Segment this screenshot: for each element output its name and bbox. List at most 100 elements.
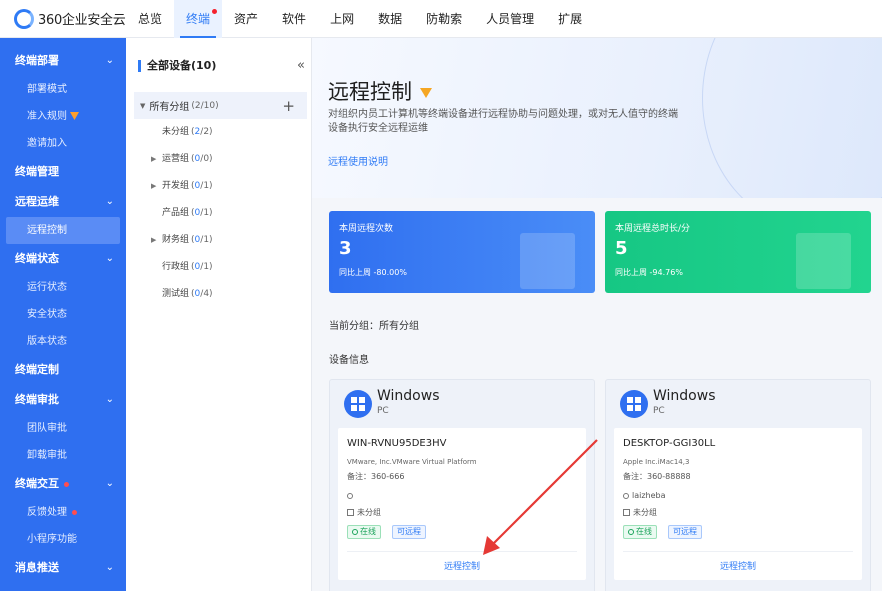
sidebar-group-terminal-status[interactable]: 终端状态 ⌄	[0, 244, 126, 274]
sidebar-item-label: 反馈处理	[27, 507, 67, 518]
nav-tab-ransomware[interactable]: 防勒索	[414, 0, 474, 38]
tree-node[interactable]: ▶ 开发组 (0/1)	[134, 173, 307, 200]
tree-node-label: 产品组	[162, 208, 190, 218]
sidebar-item-access-rules[interactable]: 准入规则	[0, 103, 126, 130]
chevron-down-icon: ⌄	[105, 196, 114, 207]
sidebar-group-remote-ops[interactable]: 远程运维 ⌄	[0, 187, 126, 217]
nav-tab-data[interactable]: 数据	[366, 0, 414, 38]
divider	[347, 551, 577, 552]
sidebar-group-label: 终端交互	[15, 477, 59, 490]
tree-node[interactable]: ▶ 运营组 (0/0)	[134, 146, 307, 173]
tree-node-list: 未分组 (2/2) ▶ 运营组 (0/0) ▶ 开发组 (0/1) 产品组 (0/1) ▶ 财务组 (0…	[134, 119, 307, 308]
sidebar-item-run-status[interactable]: 运行状态	[0, 274, 126, 301]
main-content: 远程控制 对组织内员工计算机等终端设备进行远程协助与问题处理，或对无人值守的终端…	[312, 38, 882, 591]
device-group: 未分组	[347, 507, 381, 518]
remote-badge: 可远程	[668, 525, 702, 539]
tree-header: 全部设备(10) «	[134, 38, 307, 92]
brand-name: 360企业安全云	[38, 13, 126, 28]
sidebar-group-label: 终端状态	[15, 252, 59, 265]
nav-tab-overview[interactable]: 总览	[126, 0, 174, 38]
tree-root-count: (2/10)	[191, 100, 219, 111]
nav-tab-extensions[interactable]: 扩展	[546, 0, 594, 38]
total-count: 1	[203, 181, 210, 191]
sidebar-item-miniprogram[interactable]: 小程序功能	[0, 526, 126, 553]
device-card: Windows PC DESKTOP-GGI30LL Apple Inc.iMa…	[605, 379, 871, 591]
sidebar-item-security-status[interactable]: 安全状态	[0, 301, 126, 328]
device-note: 备注：360-88888	[623, 472, 691, 481]
sidebar-group-deploy[interactable]: 终端部署 ⌄	[0, 46, 126, 76]
device-user	[347, 491, 356, 500]
sidebar-group-approval[interactable]: 终端审批 ⌄	[0, 385, 126, 415]
nav-tab-software[interactable]: 软件	[270, 0, 318, 38]
device-card: Windows PC WIN-RVNU95DE3HV VMware, Inc.V…	[329, 379, 595, 591]
tree-node-count: (2/2)	[191, 127, 213, 137]
tree-node-label: 行政组	[162, 262, 190, 272]
remote-control-button[interactable]: 远程控制	[614, 559, 862, 572]
total-count: 1	[203, 208, 210, 218]
user-icon	[347, 493, 353, 499]
sidebar-group-push[interactable]: 消息推送 ⌄	[0, 553, 126, 583]
sidebar-item-feedback[interactable]: 反馈处理	[0, 499, 126, 526]
sidebar-item-uninstall-approval[interactable]: 卸载审批	[0, 442, 126, 469]
nav-tab-label: 终端	[186, 11, 211, 26]
total-count: 1	[203, 262, 210, 272]
chevron-down-icon: ⌄	[105, 478, 114, 489]
nav-tab-terminal[interactable]: 终端	[174, 0, 223, 38]
tree-node-label: 测试组	[162, 289, 190, 299]
caret-right-icon[interactable]: ▶	[151, 173, 156, 200]
document-icon	[520, 233, 575, 289]
help-link[interactable]: 远程使用说明	[328, 153, 388, 168]
collapse-icon[interactable]: «	[297, 58, 305, 73]
sidebar-item-label: 准入规则	[27, 111, 67, 122]
notification-dot	[64, 481, 69, 487]
tree-node[interactable]: 测试组 (0/4)	[134, 281, 307, 308]
nav-tab-people[interactable]: 人员管理	[474, 0, 546, 38]
device-type: PC	[653, 406, 665, 416]
online-count: 0	[194, 289, 201, 299]
device-note: 备注：360-666	[347, 472, 405, 481]
decor-wave	[702, 38, 882, 198]
stat-card-remote-count: 本周远程次数 3 同比上周 -80.00%	[329, 211, 595, 293]
sidebar-group-interaction[interactable]: 终端交互 ⌄	[0, 469, 126, 499]
tree-title-text: 全部设备(10)	[147, 59, 217, 72]
add-group-icon[interactable]: +	[282, 97, 295, 115]
sidebar-item-deploy-mode[interactable]: 部署模式	[0, 76, 126, 103]
nav-tab-assets[interactable]: 资产	[222, 0, 270, 38]
stat-label: 本周远程总时长/分	[615, 224, 691, 234]
folder-chart-icon	[796, 233, 851, 289]
stat-compare: 同比上周 -80.00%	[339, 268, 407, 277]
caret-right-icon[interactable]: ▶	[151, 227, 156, 254]
tree-node[interactable]: 行政组 (0/1)	[134, 254, 307, 281]
tree-node[interactable]: ▶ 财务组 (0/1)	[134, 227, 307, 254]
online-icon	[352, 529, 358, 535]
remote-control-button[interactable]: 远程控制	[338, 559, 586, 572]
sidebar-item-remote-control[interactable]: 远程控制	[6, 217, 120, 244]
page-title: 远程控制	[328, 76, 432, 106]
current-group-value: 所有分组	[379, 321, 419, 332]
logo-icon	[14, 8, 34, 29]
sidebar: 终端部署 ⌄ 部署模式 准入规则 邀请加入 终端管理 远程运维 ⌄ 远程控制 终端状…	[0, 38, 126, 591]
brand-logo[interactable]: 360企业安全云	[0, 8, 126, 29]
windows-icon	[620, 390, 648, 418]
sidebar-group-label: 远程运维	[15, 195, 59, 208]
nav-tab-internet[interactable]: 上网	[318, 0, 366, 38]
sidebar-group-terminal-mgmt[interactable]: 终端管理	[0, 157, 126, 187]
caret-right-icon[interactable]: ▶	[151, 146, 156, 173]
stat-value: 3	[339, 238, 352, 259]
online-count: 0	[194, 181, 201, 191]
sidebar-item-version-status[interactable]: 版本状态	[0, 328, 126, 355]
tree-root-node[interactable]: ▼ 所有分组 (2/10) +	[134, 92, 307, 119]
device-type: PC	[377, 406, 389, 416]
tree-node-count: (0/1)	[191, 208, 213, 218]
notification-dot	[212, 8, 218, 14]
device-os: Windows	[653, 388, 716, 404]
sidebar-item-invite[interactable]: 邀请加入	[0, 130, 126, 157]
stat-value: 5	[615, 238, 628, 259]
stat-label: 本周远程次数	[339, 224, 394, 234]
sidebar-item-team-approval[interactable]: 团队审批	[0, 415, 126, 442]
tree-node[interactable]: 未分组 (2/2)	[134, 119, 307, 146]
current-group: 当前分组：所有分组	[329, 317, 419, 332]
online-count: 0	[194, 208, 201, 218]
tree-node[interactable]: 产品组 (0/1)	[134, 200, 307, 227]
sidebar-group-customize[interactable]: 终端定制	[0, 355, 126, 385]
